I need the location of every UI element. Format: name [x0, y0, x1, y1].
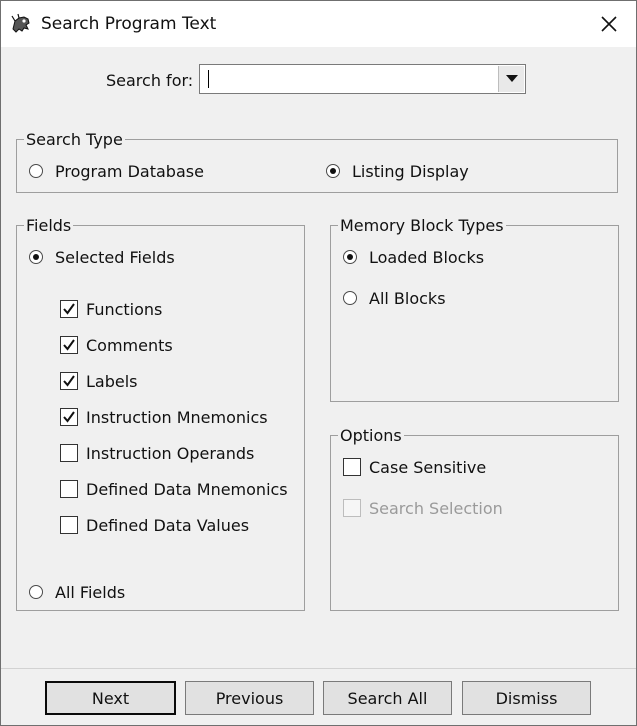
selected-fields-radio[interactable]: [29, 250, 43, 264]
ghidra-app-icon: [11, 13, 30, 33]
functions-label[interactable]: Functions: [86, 300, 162, 319]
listing-display-label[interactable]: Listing Display: [352, 162, 469, 181]
case-sensitive-label[interactable]: Case Sensitive: [369, 458, 486, 477]
defined-data-values-checkbox[interactable]: [60, 516, 78, 534]
search-program-text-dialog: Search Program Text Search for: Search T…: [0, 0, 637, 726]
labels-label[interactable]: Labels: [86, 372, 138, 391]
listing-display-radio[interactable]: [326, 164, 340, 178]
chevron-down-icon: [505, 75, 518, 82]
memory-block-types-legend: Memory Block Types: [338, 216, 506, 235]
program-database-radio[interactable]: [29, 164, 43, 178]
defined-data-mnemonics-checkbox[interactable]: [60, 480, 78, 498]
checkmark-icon: [63, 375, 75, 387]
instruction-mnemonics-checkbox[interactable]: [60, 408, 78, 426]
instruction-operands-checkbox[interactable]: [60, 444, 78, 462]
comments-label[interactable]: Comments: [86, 336, 173, 355]
functions-checkbox[interactable]: [60, 300, 78, 318]
all-blocks-radio[interactable]: [343, 291, 357, 305]
instruction-operands-label[interactable]: Instruction Operands: [86, 444, 254, 463]
search-selection-checkbox: [343, 499, 361, 517]
search-all-button[interactable]: Search All: [323, 681, 452, 715]
close-button[interactable]: [589, 7, 629, 41]
title-bar[interactable]: Search Program Text: [1, 1, 636, 47]
all-fields-radio[interactable]: [29, 585, 43, 599]
all-fields-label[interactable]: All Fields: [55, 583, 125, 602]
window-title: Search Program Text: [41, 14, 217, 34]
search-combobox[interactable]: [199, 64, 526, 94]
search-type-legend: Search Type: [24, 130, 125, 149]
all-blocks-label[interactable]: All Blocks: [369, 289, 446, 308]
search-for-label: Search for:: [106, 71, 194, 90]
checkmark-icon: [63, 303, 75, 315]
dismiss-button[interactable]: Dismiss: [462, 681, 591, 715]
program-database-label[interactable]: Program Database: [55, 162, 204, 181]
options-legend: Options: [338, 426, 404, 445]
defined-data-values-label[interactable]: Defined Data Values: [86, 516, 249, 535]
loaded-blocks-radio[interactable]: [343, 250, 357, 264]
dropdown-button[interactable]: [498, 66, 524, 92]
labels-checkbox[interactable]: [60, 372, 78, 390]
selected-fields-label[interactable]: Selected Fields: [55, 248, 175, 267]
text-caret: [208, 70, 209, 88]
next-button[interactable]: Next: [45, 681, 176, 715]
previous-button[interactable]: Previous: [185, 681, 314, 715]
close-icon: [601, 16, 617, 32]
fields-legend: Fields: [24, 216, 74, 235]
button-separator: [1, 668, 636, 669]
instruction-mnemonics-label[interactable]: Instruction Mnemonics: [86, 408, 268, 427]
loaded-blocks-label[interactable]: Loaded Blocks: [369, 248, 484, 267]
case-sensitive-checkbox[interactable]: [343, 458, 361, 476]
checkmark-icon: [63, 411, 75, 423]
checkmark-icon: [63, 339, 75, 351]
comments-checkbox[interactable]: [60, 336, 78, 354]
search-selection-label: Search Selection: [369, 499, 503, 518]
defined-data-mnemonics-label[interactable]: Defined Data Mnemonics: [86, 480, 288, 499]
